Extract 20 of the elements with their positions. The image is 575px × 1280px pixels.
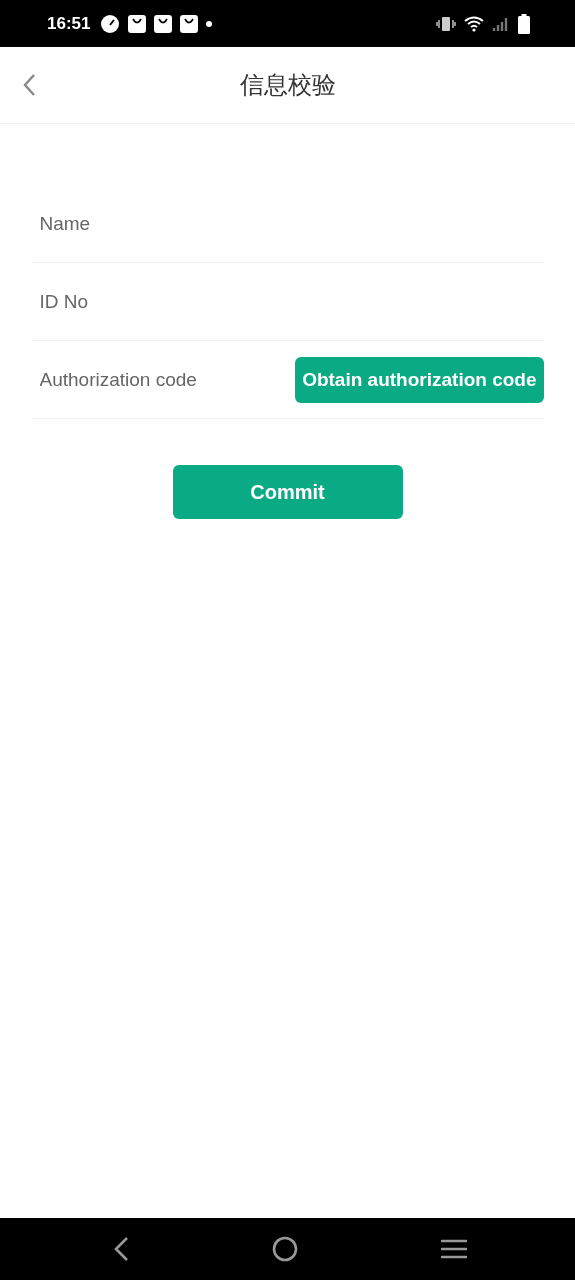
home-icon[interactable]	[272, 1236, 298, 1262]
page-title: 信息校验	[239, 70, 336, 100]
input-field[interactable]: Name	[37, 211, 544, 236]
signal-icon	[492, 15, 510, 32]
bag-icon	[180, 14, 199, 33]
input-field[interactable]: ID No	[37, 289, 544, 314]
gauge-icon	[100, 13, 121, 34]
back-icon[interactable]	[113, 1236, 129, 1262]
input-field[interactable]: Authorization code	[37, 367, 296, 392]
bag-icon	[128, 14, 147, 33]
commit-button[interactable]: Commit	[172, 465, 403, 519]
status-time: 16:51	[47, 13, 91, 34]
wifi-icon	[464, 15, 484, 32]
obtain-code-button[interactable]: Obtain authorization code	[295, 356, 544, 403]
vibrate-icon	[436, 15, 456, 32]
menu-icon[interactable]	[441, 1238, 467, 1260]
back-icon[interactable]	[22, 73, 36, 97]
dot-icon	[206, 20, 213, 27]
bag-icon	[154, 14, 173, 33]
battery-icon	[518, 13, 530, 34]
